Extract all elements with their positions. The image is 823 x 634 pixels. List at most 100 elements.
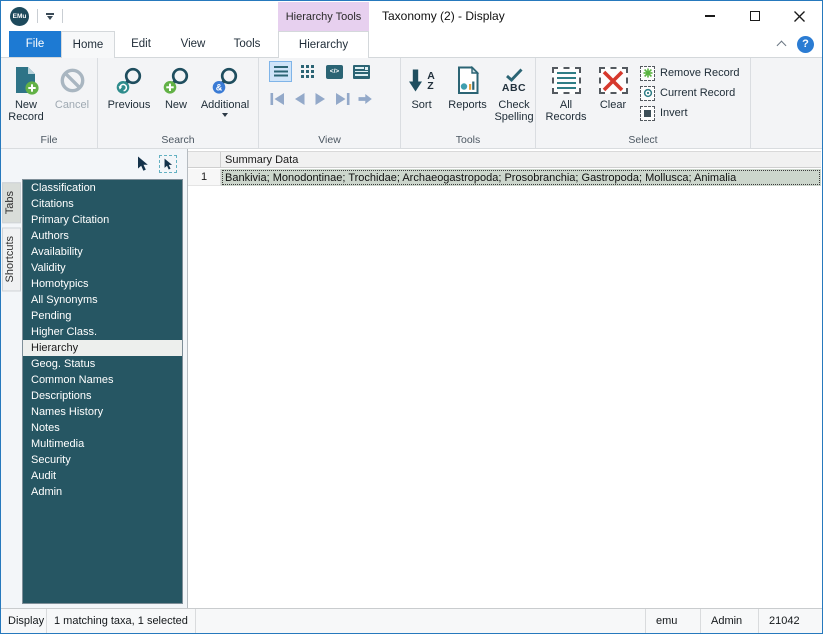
vertical-tab-tabs[interactable]: Tabs xyxy=(2,182,21,223)
check-spelling-icon: ABC xyxy=(502,62,526,99)
list-item-notes[interactable]: Notes xyxy=(23,420,182,436)
app-logo[interactable]: EMu xyxy=(10,7,29,26)
tab-home[interactable]: Home xyxy=(61,31,115,58)
sidebar-vertical-tabs: Tabs Shortcuts xyxy=(2,182,21,292)
collapse-ribbon-icon[interactable] xyxy=(777,41,787,51)
list-item-multimedia[interactable]: Multimedia xyxy=(23,436,182,452)
list-item-homotypics[interactable]: Homotypics xyxy=(23,276,182,292)
goto-record-button[interactable] xyxy=(357,91,373,107)
list-item-hierarchy[interactable]: Hierarchy xyxy=(23,340,182,356)
content-area: Tabs Shortcuts Classification Citations … xyxy=(1,149,822,608)
window-title: Taxonomy (2) - Display xyxy=(382,1,505,31)
sidebar-panel: Tabs Shortcuts Classification Citations … xyxy=(1,149,188,608)
list-item-geog-status[interactable]: Geog. Status xyxy=(23,356,182,372)
list-item-admin[interactable]: Admin xyxy=(23,484,182,500)
row-number-header xyxy=(188,152,221,167)
ribbon-group-file: New Record Cancel File xyxy=(1,58,98,148)
new-search-button[interactable]: New xyxy=(155,61,197,117)
help-button[interactable]: ? xyxy=(797,36,814,53)
list-item-common-names[interactable]: Common Names xyxy=(23,372,182,388)
status-database: emu xyxy=(645,609,700,633)
maximize-button[interactable] xyxy=(732,1,777,31)
ribbon-group-select: All Records Clear xyxy=(536,58,751,148)
minimize-button[interactable] xyxy=(687,1,732,31)
list-item-audit[interactable]: Audit xyxy=(23,468,182,484)
all-records-icon xyxy=(552,62,581,99)
app-logo-text: EMu xyxy=(13,13,27,20)
ribbon-group-search: Previous New xyxy=(98,58,259,148)
check-spelling-button[interactable]: ABC Check Spelling xyxy=(493,61,535,123)
sidebar-toolbar xyxy=(1,149,187,178)
previous-search-button[interactable]: Previous xyxy=(103,61,155,117)
remove-record-button[interactable]: Remove Record xyxy=(640,65,739,81)
titlebar-separator xyxy=(37,9,38,23)
record-grid-panel: Summary Data 1 Bankivia; Monodontinae; T… xyxy=(188,149,822,608)
status-mode: Display xyxy=(1,609,47,633)
all-records-button[interactable]: All Records xyxy=(540,61,592,123)
invert-selection-icon xyxy=(640,106,655,121)
list-item-names-history[interactable]: Names History xyxy=(23,404,182,420)
tab-list: Classification Citations Primary Citatio… xyxy=(22,179,183,604)
ribbon-group-label-select: Select xyxy=(536,134,750,146)
clear-selection-icon xyxy=(599,62,628,99)
emu-window: EMu Hierarchy Tools Taxonomy (2) - Displ… xyxy=(0,0,823,634)
grid-header: Summary Data xyxy=(188,151,821,168)
previous-search-icon xyxy=(115,62,144,99)
svg-text:&: & xyxy=(215,83,222,93)
reports-button[interactable]: Reports xyxy=(442,61,493,123)
pointer-icon[interactable] xyxy=(136,156,149,171)
record-row: 1 Bankivia; Monodontinae; Trochidae; Arc… xyxy=(188,169,821,186)
previous-record-button[interactable] xyxy=(292,91,307,107)
list-item-validity[interactable]: Validity xyxy=(23,260,182,276)
tab-hierarchy[interactable]: Hierarchy xyxy=(278,31,369,58)
list-item-primary-citation[interactable]: Primary Citation xyxy=(23,212,182,228)
list-item-higher-class[interactable]: Higher Class. xyxy=(23,324,182,340)
tab-edit[interactable]: Edit xyxy=(115,31,167,57)
view-code-button[interactable]: </> xyxy=(323,61,346,82)
vertical-tab-shortcuts[interactable]: Shortcuts xyxy=(2,227,21,291)
current-record-button[interactable]: Current Record xyxy=(640,85,739,101)
list-item-classification[interactable]: Classification xyxy=(23,180,182,196)
new-search-icon xyxy=(162,62,191,99)
first-record-button[interactable] xyxy=(269,91,286,107)
ribbon-group-label-view: View xyxy=(259,134,400,146)
new-record-button[interactable]: New Record xyxy=(3,61,49,123)
current-record-icon xyxy=(640,86,655,101)
marquee-select-icon[interactable] xyxy=(159,155,177,173)
list-item-all-synonyms[interactable]: All Synonyms xyxy=(23,292,182,308)
summary-data-cell[interactable]: Bankivia; Monodontinae; Trochidae; Archa… xyxy=(221,169,821,186)
last-record-button[interactable] xyxy=(334,91,351,107)
ribbon-tab-bar: File Home Edit View Tools Hierarchy ? xyxy=(1,31,822,58)
column-header-summary-data[interactable]: Summary Data xyxy=(221,152,821,167)
tab-tools[interactable]: Tools xyxy=(219,31,275,57)
tab-file[interactable]: File xyxy=(9,31,61,57)
view-list-button[interactable] xyxy=(269,61,292,82)
list-item-availability[interactable]: Availability xyxy=(23,244,182,260)
minimize-icon xyxy=(705,15,715,17)
ribbon-group-view: </> View xyxy=(259,58,401,148)
view-form-button[interactable] xyxy=(350,61,373,82)
list-item-pending[interactable]: Pending xyxy=(23,308,182,324)
quick-access-customize-icon[interactable] xyxy=(46,13,54,20)
view-grid-button[interactable] xyxy=(296,61,319,82)
additional-search-icon: & xyxy=(211,62,240,99)
next-record-button[interactable] xyxy=(313,91,328,107)
clear-selection-button[interactable]: Clear xyxy=(592,61,634,123)
sort-button[interactable]: AZ Sort xyxy=(401,61,442,123)
status-user: Admin xyxy=(700,609,758,633)
close-button[interactable] xyxy=(777,1,822,31)
row-number-cell[interactable]: 1 xyxy=(188,169,221,186)
ribbon-empty-space xyxy=(751,58,822,148)
invert-selection-button[interactable]: Invert xyxy=(640,105,739,121)
list-item-citations[interactable]: Citations xyxy=(23,196,182,212)
form-view-icon xyxy=(353,65,370,79)
contextual-tab-group-header: Hierarchy Tools xyxy=(278,2,369,31)
cancel-button[interactable]: Cancel xyxy=(49,61,95,123)
window-controls xyxy=(687,1,822,31)
tab-view[interactable]: View xyxy=(167,31,219,57)
list-item-security[interactable]: Security xyxy=(23,452,182,468)
list-item-descriptions[interactable]: Descriptions xyxy=(23,388,182,404)
list-item-authors[interactable]: Authors xyxy=(23,228,182,244)
cancel-icon xyxy=(59,62,86,99)
additional-search-button[interactable]: & Additional xyxy=(197,61,253,117)
